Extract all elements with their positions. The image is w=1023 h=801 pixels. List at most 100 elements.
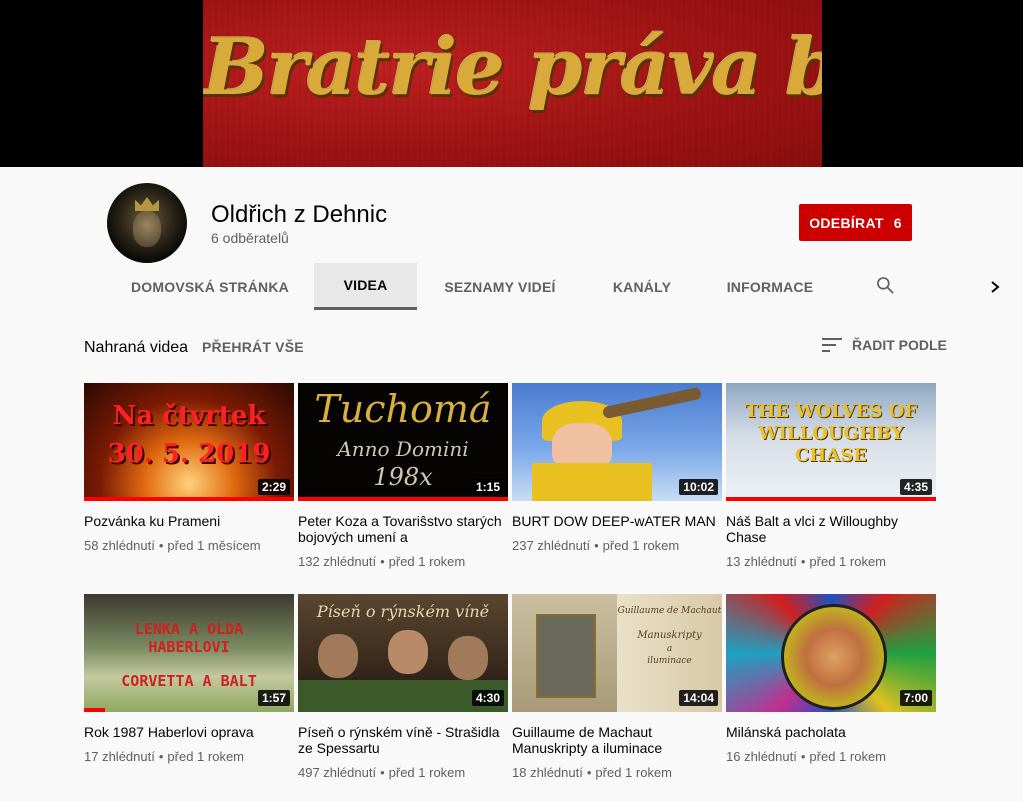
thumb-caption: Tuchomá: [314, 387, 492, 431]
video-thumbnail[interactable]: Guillaume de Machaut Manuskripty a ilumi…: [512, 594, 722, 712]
video-card[interactable]: Píseň o rýnském víně 4:30 Píseň o rýnské…: [298, 594, 508, 780]
video-duration: 7:00: [899, 690, 932, 706]
stained-glass-face: [781, 604, 887, 710]
video-duration: 4:35: [899, 479, 932, 495]
thumb-caption: Anno Domini: [337, 437, 469, 461]
video-title[interactable]: Milánská pacholata: [726, 724, 936, 740]
thumb-caption: HABERLOVI: [148, 638, 230, 656]
video-card[interactable]: 7:00 Milánská pacholata 16 zhlédnutí • pře…: [726, 594, 936, 764]
video-card[interactable]: 10:02 BURT DOW DEEP-wATER MAN 237 zhlédn…: [512, 383, 722, 553]
section-title: Nahraná videa: [84, 339, 189, 356]
video-card[interactable]: Na čtvrtek 30. 5. 2019 2:29 Pozvánka ku …: [84, 383, 294, 553]
view-count: 237 zhlédnutí: [512, 538, 591, 553]
thumb-caption: LENKA A OLDA: [134, 620, 244, 638]
subscriber-count: 6 odběratelů: [211, 230, 289, 246]
illumination-figure: [536, 614, 596, 698]
thumb-caption: Manuskripty: [637, 630, 702, 641]
upload-age: před 1 rokem: [388, 765, 466, 780]
video-duration: 14:04: [679, 690, 718, 706]
chevron-right-icon[interactable]: [988, 277, 1002, 297]
tab-about[interactable]: INFORMACE: [716, 263, 824, 310]
video-thumbnail[interactable]: Píseň o rýnském víně 4:30: [298, 594, 508, 712]
video-title[interactable]: Pozvánka ku Prameni: [84, 513, 294, 529]
avatar-face: [133, 211, 161, 247]
face-shape: [318, 634, 358, 678]
view-count: 497 zhlédnutí: [298, 765, 377, 780]
view-count: 132 zhlédnutí: [298, 554, 377, 569]
video-meta: 132 zhlédnutí • před 1 rokem: [298, 554, 466, 569]
video-title[interactable]: Náš Balt a vlci z Willoughby Chase: [726, 513, 936, 545]
video-card[interactable]: LENKA A OLDA HABERLOVI CORVETTA A BALT 1…: [84, 594, 294, 764]
upload-age: před 1 rokem: [809, 554, 886, 569]
channel-tabs: DOMOVSKÁ STRÁNKA VIDEA SEZNAMY VIDEÍ KAN…: [0, 263, 1023, 310]
subscribe-count: 6: [893, 214, 902, 231]
face-shape: [448, 636, 488, 680]
view-count: 17 zhlédnutí: [84, 749, 155, 764]
video-meta: 16 zhlédnutí • před 1 rokem: [726, 749, 886, 764]
thumb-caption: a: [666, 644, 673, 654]
thumb-caption: WILLOUGHBY: [758, 423, 904, 444]
video-meta: 13 zhlédnutí • před 1 rokem: [726, 554, 886, 569]
watch-progress: [84, 708, 105, 712]
thumb-caption: 30. 5. 2019: [107, 439, 271, 469]
telescope-shape: [601, 386, 703, 420]
subscribe-button[interactable]: ODEBÍRAT 6: [799, 204, 912, 241]
thumb-caption: Na čtvrtek: [112, 401, 266, 431]
video-meta: 58 zhlédnutí • před 1 měsícem: [84, 538, 261, 553]
sort-label: ŘADIT PODLE: [852, 337, 947, 353]
search-icon[interactable]: [875, 275, 895, 295]
coat-shape: [532, 463, 652, 501]
sort-button[interactable]: ŘADIT PODLE: [822, 337, 947, 353]
video-thumbnail[interactable]: 10:02: [512, 383, 722, 501]
video-thumbnail[interactable]: 7:00: [726, 594, 936, 712]
upload-age: před 1 rokem: [595, 765, 672, 780]
video-title[interactable]: Guillaume de Machaut Manuskripty a ilumi…: [512, 724, 722, 756]
view-count: 13 zhlédnutí: [726, 554, 797, 569]
thumb-caption: THE WOLVES OF: [744, 401, 918, 422]
tab-home[interactable]: DOMOVSKÁ STRÁNKA: [124, 263, 296, 310]
watch-progress: [726, 497, 936, 501]
video-thumbnail[interactable]: LENKA A OLDA HABERLOVI CORVETTA A BALT 1…: [84, 594, 294, 712]
view-count: 58 zhlédnutí: [84, 538, 155, 553]
thumb-caption: Píseň o rýnském víně: [316, 602, 490, 621]
video-thumbnail[interactable]: Tuchomá Anno Domini 198x 1:15: [298, 383, 508, 501]
tab-channels[interactable]: KANÁLY: [596, 263, 688, 310]
banner-artwork: Bratrie práva božiého: [203, 0, 822, 167]
video-title[interactable]: BURT DOW DEEP-wATER MAN: [512, 513, 722, 529]
video-card[interactable]: Tuchomá Anno Domini 198x 1:15 Peter Koza…: [298, 383, 508, 569]
upload-age: před 1 rokem: [809, 749, 886, 764]
video-duration: 10:02: [679, 479, 718, 495]
channel-banner: Bratrie práva božiého: [0, 0, 1023, 167]
video-duration: 1:15: [471, 479, 504, 495]
tab-videos[interactable]: VIDEA: [314, 263, 417, 310]
video-thumbnail[interactable]: THE WOLVES OF WILLOUGHBY CHASE 4:35: [726, 383, 936, 501]
video-card[interactable]: Guillaume de Machaut Manuskripty a ilumi…: [512, 594, 722, 780]
video-meta: 497 zhlédnutí • před 1 rokem: [298, 765, 466, 780]
watch-progress: [84, 497, 294, 501]
channel-header: Oldřich z Dehnic 6 odběratelů ODEBÍRAT 6…: [0, 167, 1023, 310]
video-duration: 2:29: [257, 479, 290, 495]
video-card[interactable]: THE WOLVES OF WILLOUGHBY CHASE 4:35 Náš …: [726, 383, 936, 569]
tab-playlists[interactable]: SEZNAMY VIDEÍ: [434, 263, 566, 310]
video-title[interactable]: Píseň o rýnském víně - Strašidla ze Spes…: [298, 724, 508, 756]
channel-name: Oldřich z Dehnic: [211, 201, 388, 228]
thumb-caption: CORVETTA A BALT: [121, 672, 257, 690]
video-meta: 17 zhlédnutí • před 1 rokem: [84, 749, 244, 764]
video-title[interactable]: Rok 1987 Haberlovi oprava: [84, 724, 294, 740]
upload-age: před 1 rokem: [388, 554, 466, 569]
video-meta: 18 zhlédnutí • před 1 rokem: [512, 765, 672, 780]
channel-avatar[interactable]: [107, 183, 187, 263]
video-meta: 237 zhlédnutí • před 1 rokem: [512, 538, 680, 553]
video-duration: 4:30: [471, 690, 504, 706]
face-shape: [388, 630, 428, 674]
crown-icon: [135, 197, 159, 211]
thumb-caption: Guillaume de Machaut: [617, 606, 722, 616]
thumb-caption: iluminace: [647, 656, 692, 666]
video-duration: 1:57: [257, 690, 290, 706]
thumb-caption: CHASE: [794, 445, 868, 466]
play-all-button[interactable]: PŘEHRÁT VŠE: [202, 339, 304, 355]
video-title[interactable]: Peter Koza a Tovariŝstvo starých bojovýc…: [298, 513, 508, 545]
sort-icon: [822, 338, 842, 352]
video-thumbnail[interactable]: Na čtvrtek 30. 5. 2019 2:29: [84, 383, 294, 501]
view-count: 18 zhlédnutí: [512, 765, 583, 780]
